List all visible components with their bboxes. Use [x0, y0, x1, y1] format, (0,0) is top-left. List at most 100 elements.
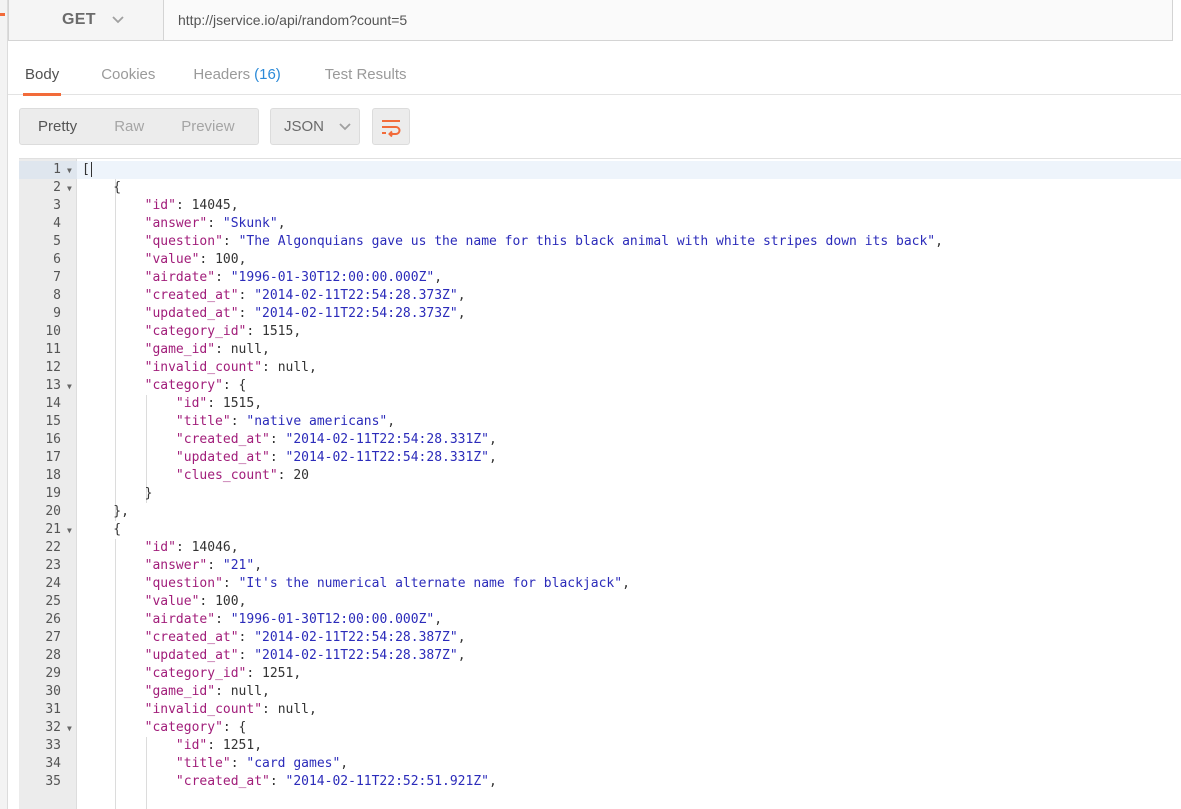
line-number-gutter: 1 ▼ 2 ▼ 3 4 5 6 7 8 9 10 11 12 13 ▼ 14 15 16 17 18 19 20 21 ▼ 22 2… [19, 159, 77, 809]
code-line: "airdate": "1996-01-30T12:00:00.000Z", [77, 269, 1181, 287]
line-number-text: 25 [45, 594, 61, 609]
json-punctuation: { [82, 522, 122, 537]
line-number: 25 [19, 593, 77, 611]
tab-test-results[interactable]: Test Results [325, 55, 407, 95]
fold-arrow-icon[interactable]: ▼ [67, 162, 72, 180]
code-line: "game_id": null, [77, 683, 1181, 701]
tab-body[interactable]: Body [22, 55, 62, 96]
fold-arrow-icon[interactable]: ▼ [67, 180, 72, 198]
line-number: 19 [19, 485, 77, 503]
code-line: "title": "card games", [77, 755, 1181, 773]
json-punctuation [82, 666, 145, 681]
code-line: "question": "The Algonquians gave us the… [77, 233, 1181, 251]
line-number: 17 [19, 449, 77, 467]
json-key: "created_at" [144, 630, 239, 645]
line-number-text: 16 [45, 432, 61, 447]
code-line: "id": 1515, [77, 395, 1181, 413]
json-string: "2014-02-11T22:52:51.921Z" [285, 774, 490, 789]
fold-arrow-icon[interactable]: ▼ [67, 378, 72, 396]
line-number: 29 [19, 665, 77, 683]
line-number-text: 2 [53, 180, 61, 195]
tab-cookies[interactable]: Cookies [101, 55, 155, 95]
url-text: http://jservice.io/api/random?count=5 [178, 12, 408, 28]
line-number-text: 28 [45, 648, 61, 663]
code-line: "category_id": 1515, [77, 323, 1181, 341]
response-body-editor[interactable]: 1 ▼ 2 ▼ 3 4 5 6 7 8 9 10 11 12 13 ▼ 14 15 16 17 18 19 20 21 ▼ 22 2… [19, 158, 1181, 809]
wrap-lines-icon [382, 119, 401, 137]
line-number-text: 7 [53, 270, 61, 285]
json-key: "id" [175, 396, 208, 411]
json-punctuation: : [175, 540, 192, 555]
format-select[interactable]: JSON [270, 108, 360, 145]
code-line: "id": 1251, [77, 737, 1181, 755]
json-key: "created_at" [175, 432, 270, 447]
line-number-text: 20 [45, 504, 61, 519]
fold-arrow-icon[interactable]: ▼ [67, 522, 72, 540]
line-number: 22 [19, 539, 77, 557]
method-select[interactable]: GET [9, 0, 164, 40]
line-number-text: 22 [45, 540, 61, 555]
json-punctuation: , [622, 576, 630, 591]
json-punctuation: , [434, 612, 443, 627]
chevron-down-icon [339, 122, 351, 130]
json-punctuation: , [935, 234, 943, 249]
view-preview-button[interactable]: Preview [181, 118, 234, 135]
json-punctuation: , [387, 414, 396, 429]
json-punctuation: } [82, 486, 153, 501]
json-punctuation: : [207, 738, 223, 753]
code-line: "title": "native americans", [77, 413, 1181, 431]
json-punctuation [82, 252, 145, 267]
format-label: JSON [284, 118, 325, 135]
tab-headers[interactable]: Headers (16) [193, 55, 280, 95]
line-number: 21 ▼ [19, 521, 77, 539]
wrap-lines-button[interactable] [372, 108, 410, 145]
json-punctuation [82, 468, 176, 483]
json-value: 14046 [191, 540, 231, 555]
json-key: "question" [144, 234, 223, 249]
json-string: "2014-02-11T22:54:28.387Z" [254, 648, 458, 663]
line-number-text: 29 [45, 666, 61, 681]
line-number-text: 5 [53, 234, 61, 249]
json-punctuation: : [199, 252, 216, 267]
json-punctuation: , [457, 306, 466, 321]
line-number: 13 ▼ [19, 377, 77, 395]
line-number-text: 26 [45, 612, 61, 627]
sidebar-edge [0, 0, 8, 809]
json-punctuation: : { [222, 378, 247, 393]
json-string: "2014-02-11T22:54:28.373Z" [254, 306, 458, 321]
json-punctuation: : [246, 324, 263, 339]
json-punctuation: : [215, 270, 231, 285]
view-raw-button[interactable]: Raw [114, 118, 144, 135]
code-area[interactable]: [ { "id": 14045, "answer": "Skunk", "que… [77, 159, 1181, 809]
json-punctuation [82, 378, 145, 393]
json-value: 1251 [222, 738, 255, 753]
json-string: "2014-02-11T22:54:28.331Z" [285, 450, 490, 465]
json-key: "category_id" [144, 324, 247, 339]
line-number-text: 34 [45, 756, 61, 771]
json-key: "category" [144, 378, 223, 393]
json-punctuation: , [293, 666, 302, 681]
json-punctuation: : [207, 396, 223, 411]
line-number: 32 ▼ [19, 719, 77, 737]
json-key: "game_id" [144, 342, 216, 357]
line-number: 5 [19, 233, 77, 251]
url-input[interactable]: http://jservice.io/api/random?count=5 [164, 0, 1172, 40]
json-punctuation: [ [82, 162, 90, 177]
json-punctuation: : [238, 288, 255, 303]
json-value: null [230, 684, 263, 699]
json-punctuation [82, 216, 145, 231]
tab-label: Test Results [324, 66, 407, 83]
json-punctuation: : [269, 432, 286, 447]
line-number: 23 [19, 557, 77, 575]
json-value: 100 [215, 594, 239, 609]
json-punctuation [82, 540, 145, 555]
json-punctuation [82, 684, 145, 699]
json-punctuation [82, 288, 145, 303]
json-value: 1515 [222, 396, 255, 411]
chevron-down-icon [112, 16, 124, 24]
view-pretty-button[interactable]: Pretty [38, 118, 77, 135]
code-line: "answer": "Skunk", [77, 215, 1181, 233]
line-number: 10 [19, 323, 77, 341]
json-punctuation [82, 198, 145, 213]
fold-arrow-icon[interactable]: ▼ [67, 720, 72, 738]
